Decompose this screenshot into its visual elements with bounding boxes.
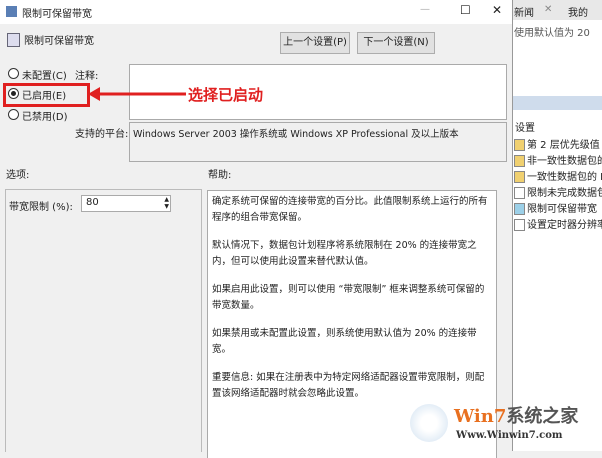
- help-label: 帮助:: [208, 170, 232, 181]
- radio-icon: [8, 109, 19, 120]
- policy-dialog: 限制可保留带宽 — ☐ ✕ 限制可保留带宽 上一个设置(P) 下一个设置(N) …: [0, 0, 513, 458]
- platform-text: Windows Server 2003 操作系统或 Windows XP Pro…: [129, 122, 507, 162]
- setting-icon: [514, 187, 525, 199]
- windows-logo-icon: [410, 404, 448, 442]
- folder-icon: [514, 171, 525, 183]
- platform-label: 支持的平台:: [75, 129, 129, 140]
- bandwidth-value: 80: [86, 197, 99, 208]
- annotation-text: 选择已启动: [188, 86, 264, 104]
- section-label: 设置: [515, 123, 535, 134]
- folder-icon: [514, 155, 525, 167]
- setting-icon: [514, 219, 525, 231]
- list-item-label: 限制未完成数据包: [527, 188, 602, 199]
- background-tabs: 新闻 ✕ 我的: [512, 0, 602, 20]
- background-text: 使用默认值为 20: [514, 28, 590, 39]
- watermark-url: Www.Winwin7.com: [456, 430, 563, 441]
- tab-mine[interactable]: 我的: [568, 4, 588, 19]
- list-item-label: 设置定时器分辨率: [527, 220, 602, 231]
- list-item[interactable]: 限制未完成数据包: [514, 184, 602, 199]
- spinner-arrows-icon[interactable]: ▲ ▼: [164, 196, 169, 210]
- list-item[interactable]: 第 2 层优先级值: [514, 136, 600, 151]
- highlight-box: [3, 83, 90, 107]
- title-bar: 限制可保留带宽 — ☐ ✕: [0, 0, 512, 24]
- list-item[interactable]: 设置定时器分辨率: [514, 216, 602, 231]
- radio-label: 未配置(C): [22, 71, 67, 82]
- help-paragraph: 默认情况下，数据包计划程序将系统限制在 20% 的连接带宽之内，但可以使用此设置…: [212, 240, 477, 267]
- bandwidth-label: 带宽限制 (%):: [9, 202, 73, 213]
- list-item-label: 非一致性数据包的: [527, 156, 602, 167]
- list-item-label: 限制可保留带宽: [527, 204, 597, 215]
- help-paragraph: 如果启用此设置，则可以使用 “带宽限制” 框来调整系统可保留的带宽数量。: [212, 284, 485, 311]
- radio-label: 已禁用(D): [22, 112, 68, 123]
- close-button[interactable]: ✕: [492, 3, 502, 17]
- watermark-brand: Win7系统之家: [454, 406, 579, 427]
- arrow-icon: [88, 87, 186, 101]
- help-paragraph: 如果禁用或未配置此设置，则系统使用默认值为 20% 的连接带宽。: [212, 328, 477, 355]
- list-item-label: 第 2 层优先级值: [527, 140, 600, 151]
- policy-icon: [6, 6, 17, 17]
- setting-title: 限制可保留带宽: [24, 36, 94, 47]
- minimize-button[interactable]: —: [420, 4, 430, 15]
- tab-news[interactable]: 新闻: [514, 4, 534, 19]
- options-label: 选项:: [6, 170, 30, 181]
- list-item-label: 一致性数据包的 D: [527, 172, 602, 183]
- bandwidth-spinner[interactable]: 80 ▲ ▼: [81, 195, 171, 212]
- radio-icon: [8, 68, 19, 79]
- prev-setting-button[interactable]: 上一个设置(P): [280, 32, 350, 54]
- comment-label: 注释:: [75, 71, 99, 82]
- close-icon[interactable]: ✕: [544, 4, 552, 15]
- options-panel: 带宽限制 (%): 80 ▲ ▼: [5, 189, 202, 452]
- window-title: 限制可保留带宽: [22, 9, 92, 20]
- watermark: Win7系统之家 Www.Winwin7.com: [410, 400, 602, 451]
- list-item[interactable]: 非一致性数据包的: [514, 152, 602, 167]
- folder-icon: [514, 139, 525, 151]
- help-paragraph: 确定系统可保留的连接带宽的百分比。此值限制系统上运行的所有程序的组合带宽保留。: [212, 196, 488, 223]
- next-setting-button[interactable]: 下一个设置(N): [357, 32, 435, 54]
- setting-icon: [7, 33, 20, 47]
- help-paragraph: 重要信息: 如果在注册表中为特定网络适配器设置带宽限制，则配置该网络适配器时就会…: [212, 372, 485, 399]
- setting-icon: [514, 203, 525, 215]
- list-item[interactable]: 一致性数据包的 D: [514, 168, 602, 183]
- background-header: [512, 96, 602, 110]
- list-item[interactable]: 限制可保留带宽: [514, 200, 597, 215]
- maximize-button[interactable]: ☐: [460, 3, 471, 17]
